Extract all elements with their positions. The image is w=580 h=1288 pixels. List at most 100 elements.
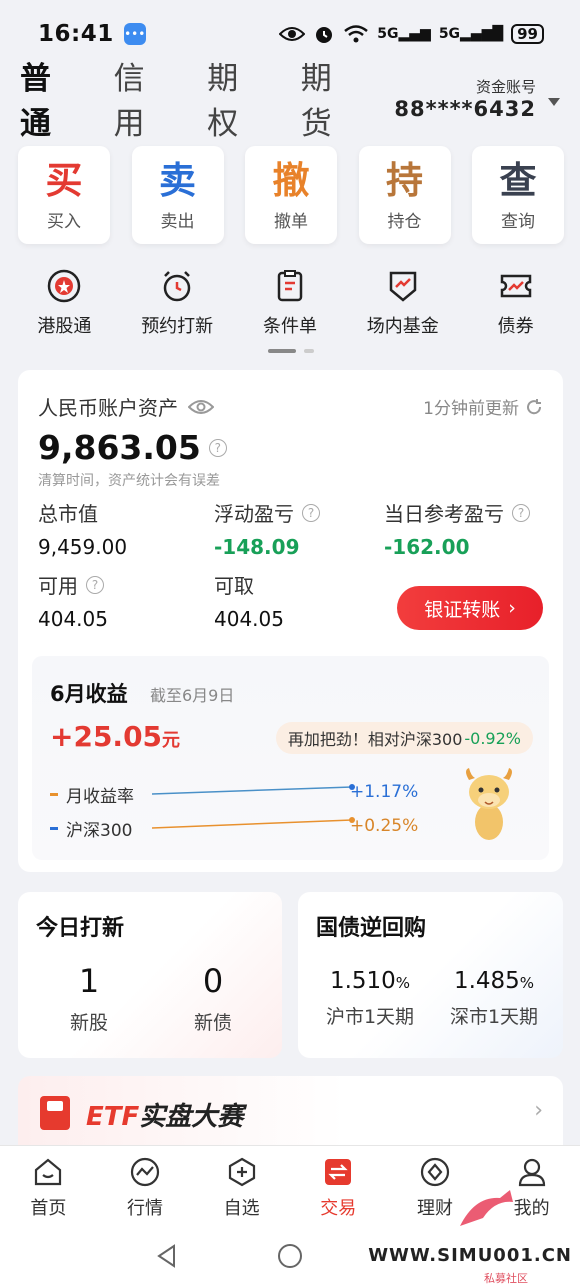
signal-label-2: 5G	[438, 26, 461, 42]
shortcut-conditional-order[interactable]: 条件单	[235, 268, 345, 338]
new-bonds[interactable]: 0 新债	[178, 962, 248, 1035]
tab-margin[interactable]: 信用	[114, 53, 174, 143]
watermark-logo-icon	[460, 1190, 513, 1226]
sell-char: 卖	[159, 158, 196, 202]
monthly-title: 6月收益	[50, 682, 128, 706]
floating-pl-label: 浮动盈亏	[214, 502, 294, 526]
watermark-sub: 私募社区	[484, 1272, 528, 1285]
help-icon[interactable]: ?	[208, 438, 227, 457]
pct-sign: %	[519, 974, 535, 992]
buy-button[interactable]: 买 买入	[18, 146, 110, 244]
sell-label: 卖出	[160, 211, 195, 232]
profile-icon	[518, 1158, 545, 1187]
tab-futures[interactable]: 期货	[301, 53, 361, 143]
shortcut-bonds[interactable]: 债券	[461, 268, 571, 338]
sz-repo-label: 深市1天期	[449, 1006, 539, 1028]
monthly-gain-unit: 元	[162, 730, 181, 751]
etf-logo-icon	[40, 1096, 70, 1130]
daily-pl-amount: -162.00	[384, 535, 470, 559]
account-selector[interactable]: 资金账号 88****6432	[394, 76, 560, 121]
available-label: 可用	[38, 574, 78, 598]
home-icon	[35, 1158, 62, 1186]
positions-button[interactable]: 持 持仓	[358, 146, 451, 244]
ipo-title: 今日打新	[36, 916, 125, 941]
daily-pl-label: 当日参考盈亏	[384, 502, 504, 526]
monthly-gain: +25.05元	[50, 720, 180, 753]
message-app-icon: •••	[123, 23, 146, 45]
page-dot	[304, 349, 314, 353]
alarm-clock-icon	[163, 271, 191, 302]
sell-button[interactable]: 卖 卖出	[131, 146, 224, 244]
nav-label: 自选	[223, 1198, 260, 1219]
monthly-earnings[interactable]: 6月收益 截至6月9日 +25.05元 再加把劲！相对沪深300 -0.92% 月…	[32, 656, 549, 860]
chevron-right-icon: ›	[534, 1098, 543, 1123]
shortcut-label: 港股通	[37, 316, 92, 337]
legend-csi300: 沪深300	[50, 816, 132, 841]
shortcut-ipo-reserve[interactable]: 预约打新	[122, 268, 232, 338]
update-time[interactable]: 1分钟前更新	[423, 394, 543, 419]
asset-title-text: 人民币账户资产	[38, 396, 178, 420]
status-bar: 16:41 ••• 5G ▂▄▆ 5G ▂▄▆█ 99	[0, 0, 580, 68]
bull-mascot-icon	[466, 768, 512, 840]
nav-market[interactable]: 行情	[100, 1146, 190, 1227]
market-value: 总市值 9,459.00	[38, 498, 127, 559]
shortcut-row: 港股通 预约打新 条件单 场内基金 债券	[0, 268, 580, 338]
available-amount: 404.05	[38, 607, 108, 631]
repo-title: 国债逆回购	[316, 916, 427, 941]
positions-char: 持	[386, 158, 423, 202]
sh-repo[interactable]: 1.510% 沪市1天期	[310, 968, 430, 1029]
home-circle-icon[interactable]	[276, 1242, 304, 1270]
floating-pl-amount: -148.09	[214, 535, 300, 559]
tab-options[interactable]: 期权	[207, 53, 267, 143]
market-icon	[130, 1157, 160, 1187]
monthly-return-point	[349, 784, 355, 790]
shortcut-hk-connect[interactable]: 港股通	[9, 268, 119, 338]
cancel-order-button[interactable]: 撤 撤单	[245, 146, 337, 244]
nav-watchlist[interactable]: 自选	[197, 1146, 287, 1227]
daily-pl: 当日参考盈亏? -162.00	[384, 498, 530, 559]
status-time: 16:41	[38, 21, 114, 47]
sz-repo[interactable]: 1.485% 深市1天期	[432, 968, 556, 1029]
wealth-icon	[420, 1157, 450, 1187]
pct-sign: %	[395, 974, 411, 992]
ipo-card[interactable]: 今日打新 1 新股 0 新债	[18, 892, 282, 1058]
shortcut-exchange-fund[interactable]: 场内基金	[348, 268, 458, 338]
back-triangle-icon[interactable]	[154, 1243, 180, 1269]
legend-label: 沪深300	[66, 821, 133, 841]
asset-card: 人民币账户资产 1分钟前更新 9,863.05 ? 清算时间，资产统计会有误差 …	[18, 370, 563, 872]
caret-down-icon	[548, 97, 560, 106]
account-label: 资金账号	[475, 77, 536, 96]
banner-etf: ETF	[86, 1102, 140, 1132]
withdrawable-funds: 可取 404.05	[214, 570, 284, 631]
reverse-repo-card[interactable]: 国债逆回购 1.510% 沪市1天期 1.485% 深市1天期	[298, 892, 563, 1058]
csi300-point	[349, 817, 355, 823]
help-icon[interactable]: ?	[86, 575, 104, 594]
query-char: 查	[499, 158, 537, 202]
new-stocks[interactable]: 1 新股	[54, 962, 124, 1035]
asset-note: 清算时间，资产统计会有误差	[38, 473, 220, 489]
nav-label: 首页	[30, 1198, 67, 1219]
etf-contest-banner[interactable]: ETF实盘大赛 ›	[18, 1076, 563, 1148]
watermark-site: WWW.SIMU001.CN	[368, 1245, 572, 1266]
sh-repo-rate: 1.510	[329, 968, 396, 994]
battery-icon: 99	[511, 24, 544, 44]
nav-home[interactable]: 首页	[3, 1146, 93, 1227]
tab-normal[interactable]: 普通	[20, 53, 80, 143]
nav-trade[interactable]: 交易	[293, 1146, 383, 1227]
help-icon[interactable]: ?	[512, 503, 530, 522]
comparison-bubble: 再加把劲！相对沪深300 -0.92%	[275, 722, 533, 754]
monthly-gain-value: +25.05	[50, 720, 163, 753]
bank-transfer-button[interactable]: 银证转账 ›	[397, 586, 543, 630]
bubble-value: -0.92%	[464, 728, 521, 748]
query-button[interactable]: 查 查询	[472, 146, 564, 244]
alarm-icon	[316, 27, 333, 43]
withdrawable-amount: 404.05	[214, 607, 284, 631]
bond-ticket-icon	[500, 274, 531, 298]
eye-toggle-icon[interactable]	[188, 398, 214, 416]
watermark: WWW.SIMU001.CN 私募社区	[368, 1186, 572, 1286]
nav-label: 行情	[126, 1198, 163, 1219]
signal-5g-icon: 5G ▂▄▆	[377, 26, 431, 42]
nav-label: 交易	[320, 1198, 357, 1219]
query-label: 查询	[501, 211, 535, 232]
help-icon[interactable]: ?	[302, 503, 320, 522]
